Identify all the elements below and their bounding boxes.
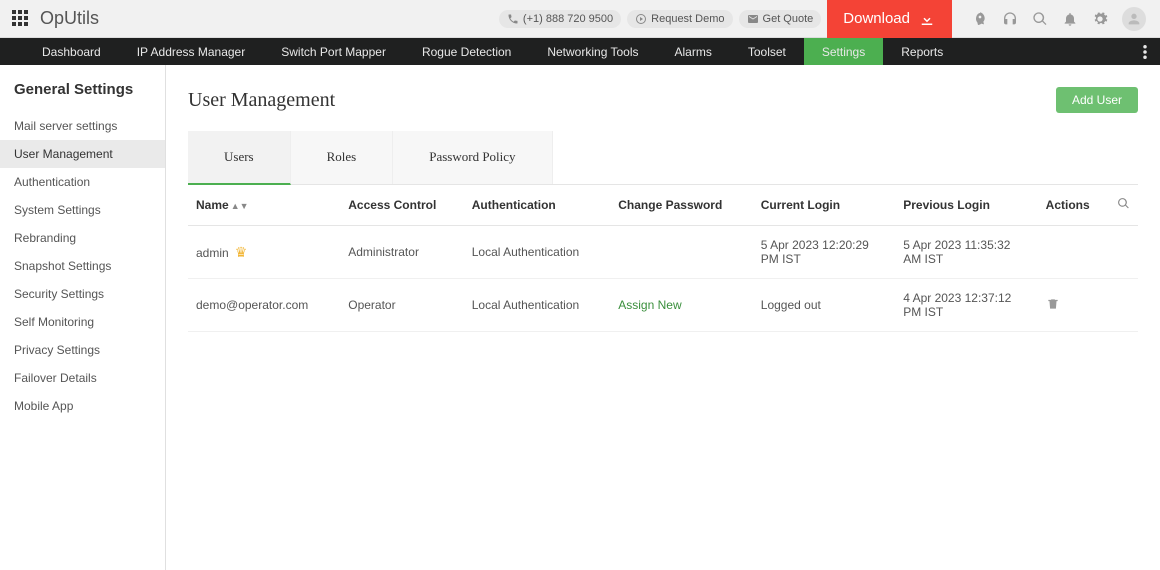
tab-users[interactable]: Users [188, 131, 291, 185]
sidebar-item-authentication[interactable]: Authentication [0, 168, 165, 196]
sidebar-item-rebranding[interactable]: Rebranding [0, 224, 165, 252]
mainnav-item-rogue-detection[interactable]: Rogue Detection [404, 38, 529, 65]
trash-icon[interactable] [1046, 300, 1060, 314]
download-label: Download [843, 10, 910, 27]
cell-name: demo@operator.com [188, 279, 340, 332]
sidebar-item-snapshot-settings[interactable]: Snapshot Settings [0, 252, 165, 280]
cell-current: Logged out [753, 279, 895, 332]
layout: General Settings Mail server settingsUse… [0, 65, 1160, 570]
assign-new-link[interactable]: Assign New [618, 298, 681, 312]
quote-icon [747, 13, 759, 25]
mainnav-item-switch-port-mapper[interactable]: Switch Port Mapper [263, 38, 404, 65]
sidebar: General Settings Mail server settingsUse… [0, 65, 166, 570]
mainnav-item-ip-address-manager[interactable]: IP Address Manager [119, 38, 264, 65]
th-auth[interactable]: Authentication [464, 185, 611, 226]
demo-icon [635, 13, 647, 25]
sidebar-title: General Settings [0, 81, 165, 112]
add-user-button[interactable]: Add User [1056, 87, 1138, 113]
sidebar-item-security-settings[interactable]: Security Settings [0, 280, 165, 308]
cell-previous: 4 Apr 2023 12:37:12 PM IST [895, 279, 1037, 332]
search-icon[interactable] [1032, 11, 1048, 27]
th-search[interactable] [1109, 185, 1138, 226]
phone-text: (+1) 888 720 9500 [523, 13, 613, 25]
cell-change-password [610, 226, 753, 279]
brand-label: OpUtils [40, 8, 99, 29]
topbar: OpUtils (+1) 888 720 9500 Request Demo G… [0, 0, 1160, 38]
th-change-pw[interactable]: Change Password [610, 185, 753, 226]
sidebar-item-mail-server-settings[interactable]: Mail server settings [0, 112, 165, 140]
phone-pill[interactable]: (+1) 888 720 9500 [499, 10, 621, 28]
mainnav-item-reports[interactable]: Reports [883, 38, 961, 65]
cell-change-password: Assign New [610, 279, 753, 332]
page-header: User Management Add User [188, 87, 1138, 113]
sort-icon: ▲▼ [231, 201, 249, 211]
topbar-icon-group [958, 7, 1160, 31]
cell-auth: Local Authentication [464, 279, 611, 332]
cell-access: Administrator [340, 226, 464, 279]
gear-icon[interactable] [1092, 11, 1108, 27]
sidebar-item-privacy-settings[interactable]: Privacy Settings [0, 336, 165, 364]
table-row: admin♛AdministratorLocal Authentication 5… [188, 226, 1138, 279]
headset-icon[interactable] [1002, 11, 1018, 27]
content: User Management Add User UsersRolesPassw… [166, 65, 1160, 570]
request-demo-pill[interactable]: Request Demo [627, 10, 732, 28]
cell-current: 5 Apr 2023 12:20:29 PM IST [753, 226, 895, 279]
bell-icon[interactable] [1062, 11, 1078, 27]
mainnav-item-alarms[interactable]: Alarms [657, 38, 730, 65]
mainnav-item-toolset[interactable]: Toolset [730, 38, 804, 65]
rocket-icon[interactable] [972, 11, 988, 27]
apps-grid-icon[interactable] [12, 10, 30, 28]
main-nav: DashboardIP Address ManagerSwitch Port M… [0, 38, 1160, 65]
avatar-icon[interactable] [1122, 7, 1146, 31]
th-actions: Actions [1038, 185, 1109, 226]
tab-password-policy[interactable]: Password Policy [393, 131, 552, 184]
tabs: UsersRolesPassword Policy [188, 131, 1138, 185]
users-table: Name▲▼ Access Control Authentication Cha… [188, 185, 1138, 332]
th-name[interactable]: Name▲▼ [188, 185, 340, 226]
topbar-right: (+1) 888 720 9500 Request Demo Get Quote… [499, 0, 1160, 38]
phone-icon [507, 13, 519, 25]
page-title: User Management [188, 89, 335, 112]
get-quote-pill[interactable]: Get Quote [739, 10, 822, 28]
get-quote-text: Get Quote [763, 13, 814, 25]
th-current[interactable]: Current Login [753, 185, 895, 226]
th-access[interactable]: Access Control [340, 185, 464, 226]
download-icon [918, 10, 936, 28]
cell-actions [1038, 279, 1109, 332]
cell-name: admin♛ [188, 226, 340, 279]
mainnav-item-networking-tools[interactable]: Networking Tools [529, 38, 656, 65]
download-button[interactable]: Download [827, 0, 952, 38]
tab-roles[interactable]: Roles [291, 131, 394, 184]
sidebar-item-failover-details[interactable]: Failover Details [0, 364, 165, 392]
crown-icon: ♛ [235, 244, 248, 260]
cell-actions [1038, 226, 1109, 279]
table-row: demo@operator.comOperatorLocal Authentic… [188, 279, 1138, 332]
sidebar-item-system-settings[interactable]: System Settings [0, 196, 165, 224]
cell-previous: 5 Apr 2023 11:35:32 AM IST [895, 226, 1037, 279]
th-previous[interactable]: Previous Login [895, 185, 1037, 226]
sidebar-item-user-management[interactable]: User Management [0, 140, 165, 168]
cell-access: Operator [340, 279, 464, 332]
mainnav-item-dashboard[interactable]: Dashboard [24, 38, 119, 65]
more-menu-icon[interactable] [1130, 38, 1160, 65]
sidebar-item-mobile-app[interactable]: Mobile App [0, 392, 165, 420]
mainnav-item-settings[interactable]: Settings [804, 38, 883, 65]
request-demo-text: Request Demo [651, 13, 724, 25]
sidebar-item-self-monitoring[interactable]: Self Monitoring [0, 308, 165, 336]
cell-auth: Local Authentication [464, 226, 611, 279]
